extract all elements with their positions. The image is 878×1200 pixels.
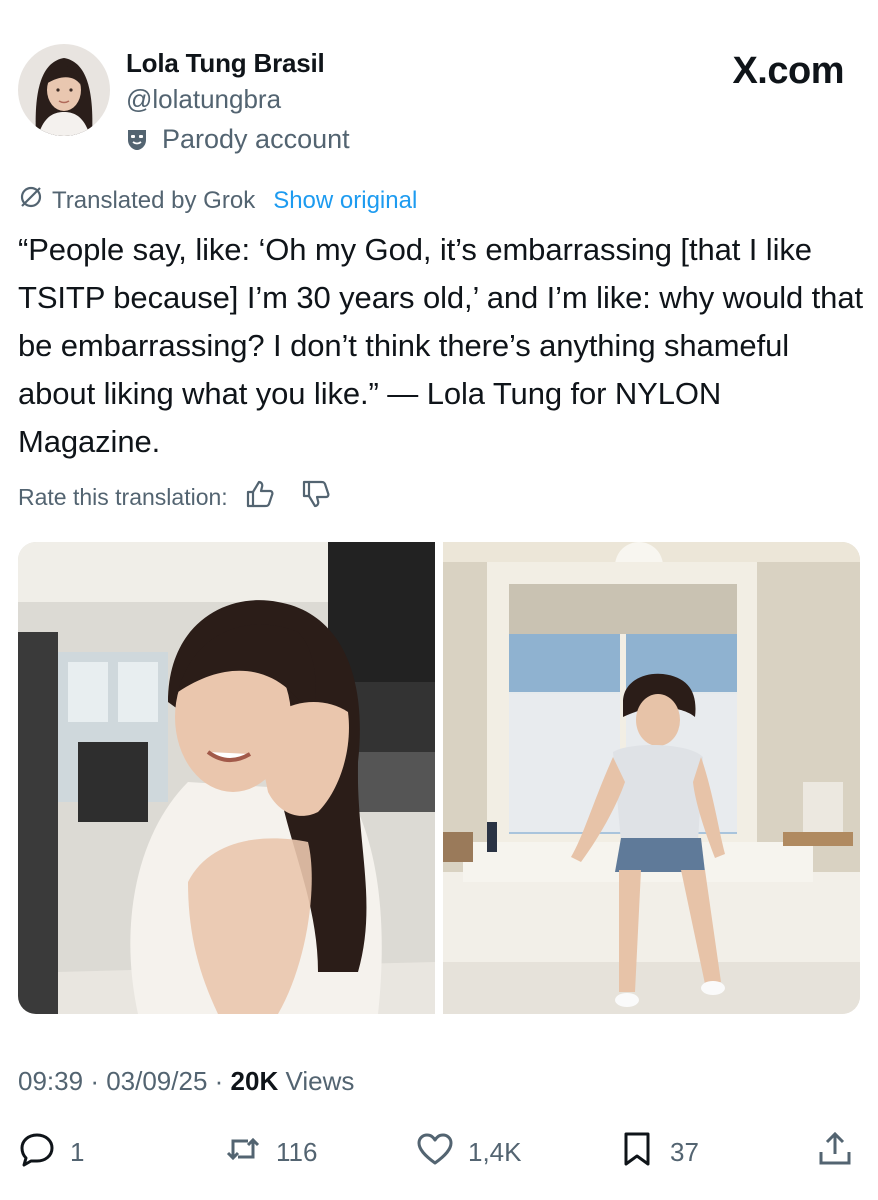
bookmark-icon (618, 1130, 656, 1175)
reply-icon (18, 1130, 56, 1175)
photo-left-image (18, 542, 435, 1014)
views-count: 20K (230, 1066, 279, 1096)
repost-count: 116 (276, 1137, 318, 1167)
reply-count: 1 (70, 1137, 85, 1167)
avatar[interactable] (18, 44, 110, 136)
translation-bar: Translated by Grok Show original (18, 184, 417, 217)
bookmark-count: 37 (670, 1137, 699, 1167)
meta-separator: · (214, 1066, 231, 1096)
author-name[interactable]: Lola Tung Brasil (126, 48, 325, 79)
photo-left[interactable] (18, 542, 435, 1014)
rate-label: Rate this translation: (18, 483, 228, 510)
brand-logo: X.com (732, 50, 844, 92)
rate-translation: Rate this translation: (18, 478, 332, 516)
share-button[interactable] (816, 1130, 854, 1175)
like-button[interactable]: 1,4K (416, 1130, 522, 1175)
repost-button[interactable]: 116 (224, 1130, 317, 1175)
meta-separator: · (90, 1066, 107, 1096)
show-original-link[interactable]: Show original (273, 187, 417, 215)
views-label: Views (285, 1066, 355, 1096)
like-icon (416, 1130, 454, 1175)
tweet-time[interactable]: 09:39 (18, 1066, 83, 1096)
grok-translate-icon (18, 184, 44, 217)
photo-right[interactable] (443, 542, 860, 1014)
tweet-date[interactable]: 03/09/25 (106, 1066, 207, 1096)
thumbs-up-icon[interactable] (244, 478, 276, 516)
parody-mask-icon (126, 128, 148, 152)
tweet-header: Lola Tung Brasil @lolatungbra Parody acc… (18, 44, 860, 154)
share-icon (816, 1130, 854, 1175)
parody-label-text: Parody account (162, 124, 350, 154)
bookmark-button[interactable]: 37 (618, 1130, 699, 1175)
parody-label: Parody account (126, 124, 350, 155)
thumbs-down-icon[interactable] (300, 478, 332, 516)
like-count: 1,4K (468, 1137, 522, 1167)
tweet-meta: 09:39 · 03/09/25 · 20K Views (18, 1066, 354, 1097)
translated-label: Translated by Grok (52, 186, 256, 214)
photo-right-image (443, 542, 860, 1014)
author-handle[interactable]: @lolatungbra (126, 84, 281, 115)
avatar-image (18, 44, 110, 136)
repost-icon (224, 1130, 262, 1175)
tweet-text: “People say, like: ‘Oh my God, it’s emba… (18, 232, 863, 459)
action-bar: 1 116 1,4K 37 (18, 1130, 860, 1174)
media-grid (18, 542, 860, 1014)
reply-button[interactable]: 1 (18, 1130, 84, 1175)
